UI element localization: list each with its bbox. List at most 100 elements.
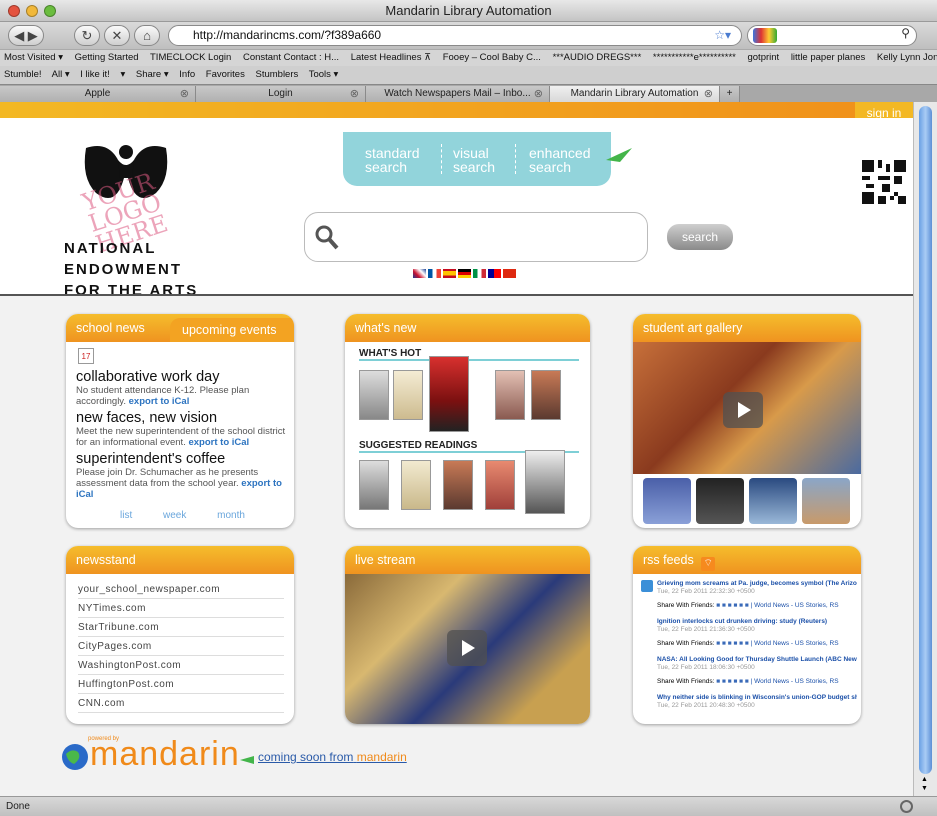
- export-ical-link[interactable]: export to iCal: [129, 396, 190, 407]
- toolbar-item[interactable]: ▾: [120, 69, 125, 80]
- search-icon[interactable]: ⚲: [901, 26, 910, 40]
- tab-visual-search[interactable]: visual search: [453, 146, 509, 174]
- rss-headline[interactable]: Grieving mom screams at Pa. judge, becom…: [657, 580, 857, 588]
- view-month-link[interactable]: month: [217, 510, 245, 521]
- tab-enhanced-search[interactable]: enhanced search: [529, 146, 609, 174]
- book-cover[interactable]: [495, 370, 525, 420]
- bookmark-item[interactable]: Getting Started: [75, 52, 139, 63]
- newsstand-link[interactable]: your_school_newspaper.com: [78, 580, 284, 599]
- bookmark-item[interactable]: Kelly Lynn Jones: [877, 52, 937, 63]
- newsstand-link[interactable]: WashingtonPost.com: [78, 656, 284, 675]
- gallery-thumb[interactable]: [643, 478, 691, 524]
- bookmark-item[interactable]: gotprint: [747, 52, 779, 63]
- tab-school-news[interactable]: school news: [76, 314, 145, 342]
- close-tab-icon[interactable]: ⊗: [350, 86, 359, 102]
- coming-soon-link[interactable]: coming soon from mandarin: [258, 750, 407, 764]
- bookmark-item[interactable]: Latest Headlines ⊼: [351, 52, 431, 63]
- url-bar[interactable]: http://mandarincms.com/?f389a660 ☆▾: [168, 25, 742, 46]
- toolbar-item[interactable]: All ▾: [52, 69, 70, 80]
- newsstand-link[interactable]: CityPages.com: [78, 637, 284, 656]
- news-title[interactable]: collaborative work day: [76, 370, 286, 385]
- book-cover[interactable]: [359, 460, 389, 510]
- book-cover[interactable]: [401, 460, 431, 510]
- newsstand-link[interactable]: StarTribune.com: [78, 618, 284, 637]
- back-button[interactable]: ◀ ▶: [8, 25, 44, 46]
- bookmark-item[interactable]: little paper planes: [791, 52, 865, 63]
- rss-headline[interactable]: Ignition interlocks cut drunken driving:…: [657, 618, 857, 626]
- book-cover[interactable]: [443, 460, 473, 510]
- flag-es-icon[interactable]: [443, 269, 456, 278]
- gallery-thumb[interactable]: [802, 478, 850, 524]
- toolbar-item[interactable]: Favorites: [206, 69, 245, 80]
- flag-uk-icon[interactable]: [413, 269, 426, 278]
- export-ical-link[interactable]: export to iCal: [188, 437, 249, 448]
- toolbar-item[interactable]: I like it!: [80, 69, 110, 80]
- minimize-window-button[interactable]: [26, 5, 38, 17]
- share-icons[interactable]: ■ ■ ■ ■ ■ ■: [716, 640, 749, 647]
- rss-icon[interactable]: ⌔: [701, 557, 716, 571]
- share-icons[interactable]: ■ ■ ■ ■ ■ ■: [716, 602, 749, 609]
- flag-de-icon[interactable]: [458, 269, 471, 278]
- play-button-icon[interactable]: [447, 630, 487, 666]
- newsstand-link[interactable]: CNN.com: [78, 694, 284, 713]
- tab-upcoming-events[interactable]: upcoming events: [170, 318, 294, 342]
- book-cover[interactable]: [485, 460, 515, 510]
- flag-it-icon[interactable]: [473, 269, 486, 278]
- twitter-icon[interactable]: [641, 580, 653, 592]
- catalog-search-input[interactable]: [304, 212, 648, 262]
- gallery-video[interactable]: [633, 342, 861, 474]
- flag-tw-icon[interactable]: [488, 269, 501, 278]
- tab-mandarin[interactable]: Mandarin Library Automation ⊗: [550, 86, 720, 102]
- bookmark-item[interactable]: Constant Contact : H...: [243, 52, 339, 63]
- vertical-scrollbar[interactable]: ▲ ▼: [913, 102, 937, 796]
- zoom-window-button[interactable]: [44, 5, 56, 17]
- bookmark-star-icon[interactable]: ☆▾: [714, 26, 731, 45]
- scrollbar-thumb[interactable]: [919, 106, 932, 774]
- home-button[interactable]: ⌂: [134, 25, 160, 46]
- search-button[interactable]: search: [667, 224, 733, 250]
- close-window-button[interactable]: [8, 5, 20, 17]
- newsstand-link[interactable]: HuffingtonPost.com: [78, 675, 284, 694]
- bookmark-item[interactable]: ***AUDIO DREGS***: [553, 52, 642, 63]
- tab-login[interactable]: Login ⊗: [196, 86, 366, 102]
- book-cover[interactable]: [429, 356, 469, 432]
- toolbar-item[interactable]: Tools ▾: [309, 69, 339, 80]
- rss-headline[interactable]: Why neither side is blinking in Wisconsi…: [657, 694, 857, 702]
- rss-headline[interactable]: NASA: All Looking Good for Thursday Shut…: [657, 656, 857, 664]
- news-title[interactable]: new faces, new vision: [76, 411, 286, 426]
- stop-button[interactable]: ✕: [104, 25, 130, 46]
- tab-standard-search[interactable]: standard search: [365, 146, 445, 174]
- share-icons[interactable]: ■ ■ ■ ■ ■ ■: [716, 678, 749, 685]
- news-title[interactable]: superintendent's coffee: [76, 452, 286, 467]
- close-tab-icon[interactable]: ⊗: [704, 86, 713, 102]
- gallery-thumb[interactable]: [749, 478, 797, 524]
- book-cover[interactable]: [531, 370, 561, 420]
- new-tab-button[interactable]: +: [720, 86, 740, 102]
- book-cover[interactable]: [525, 450, 565, 514]
- book-cover[interactable]: [393, 370, 423, 420]
- close-tab-icon[interactable]: ⊗: [534, 86, 543, 102]
- book-cover[interactable]: [359, 370, 389, 420]
- toolbar-item[interactable]: Stumble!: [4, 69, 42, 80]
- reload-button[interactable]: ↻: [74, 25, 100, 46]
- toolbar-item[interactable]: Share ▾: [136, 69, 169, 80]
- gallery-thumb[interactable]: [696, 478, 744, 524]
- scroll-down-icon[interactable]: ▼: [921, 785, 928, 792]
- live-stream-video[interactable]: [345, 574, 590, 724]
- tab-mail[interactable]: Watch Newspapers Mail – Inbo... ⊗: [366, 86, 550, 102]
- play-button-icon[interactable]: [723, 392, 763, 428]
- browser-search-input[interactable]: ⚲: [747, 25, 917, 46]
- bookmark-item[interactable]: ***********e**********: [653, 52, 736, 63]
- toolbar-item[interactable]: Info: [179, 69, 195, 80]
- view-week-link[interactable]: week: [163, 510, 186, 521]
- flag-fr-icon[interactable]: [428, 269, 441, 278]
- tab-apple[interactable]: Apple ⊗: [0, 86, 196, 102]
- bookmark-item[interactable]: Fooey – Cool Baby C...: [443, 52, 541, 63]
- scroll-up-icon[interactable]: ▲: [921, 776, 928, 783]
- toolbar-item[interactable]: Stumblers: [255, 69, 298, 80]
- bookmark-item[interactable]: TIMECLOCK Login: [150, 52, 231, 63]
- flag-cn-icon[interactable]: [503, 269, 516, 278]
- close-tab-icon[interactable]: ⊗: [180, 86, 189, 102]
- newsstand-link[interactable]: NYTimes.com: [78, 599, 284, 618]
- view-list-link[interactable]: list: [120, 510, 132, 521]
